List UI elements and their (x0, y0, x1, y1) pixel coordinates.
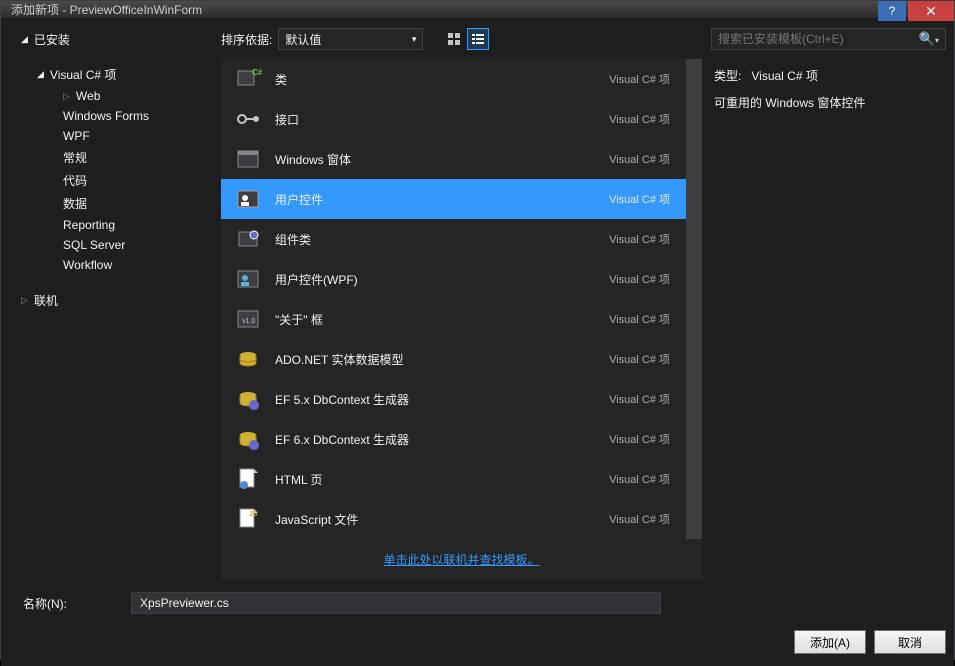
online-search-link[interactable]: 单击此处以联机并查找模板。 (383, 553, 539, 567)
template-row[interactable]: 接口 Visual C# 项 (221, 99, 686, 139)
svg-text:C#: C# (252, 68, 262, 77)
template-name: ADO.NET 实体数据模型 (265, 351, 609, 368)
interface-icon (231, 102, 265, 136)
chevron-right-icon: ▷ (21, 295, 28, 306)
cancel-button[interactable]: 取消 (874, 630, 946, 654)
template-row[interactable]: EF 6.x DbContext 生成器 Visual C# 项 (221, 419, 686, 459)
template-list: C# 类 Visual C# 项 接口 Visual C# 项 Windows … (221, 59, 686, 539)
template-row[interactable]: ADO.NET 实体数据模型 Visual C# 项 (221, 339, 686, 379)
html-icon (231, 462, 265, 496)
tree-item-online[interactable]: ▷ 联机 (9, 289, 221, 312)
template-type: Visual C# 项 (609, 391, 670, 407)
tree-item-workflow[interactable]: Workflow (9, 255, 221, 275)
js-icon: JS (231, 502, 265, 536)
tree-item-sqlserver[interactable]: SQL Server (9, 235, 221, 255)
template-row[interactable]: v1.0 "关于" 框 Visual C# 项 (221, 299, 686, 339)
template-name: 类 (265, 71, 609, 88)
about-icon: v1.0 (231, 302, 265, 336)
tree-item-data[interactable]: 数据 (9, 192, 221, 215)
template-name: 用户控件(WPF) (265, 271, 609, 288)
details-panel: 类型: Visual C# 项 可重用的 Windows 窗体控件 (702, 59, 946, 580)
sort-dropdown[interactable]: 默认值 ▾ (278, 28, 423, 50)
name-label: 名称(N): (23, 595, 123, 612)
template-name: JavaScript 文件 (265, 511, 609, 528)
tree-item-code[interactable]: 代码 (9, 169, 221, 192)
template-name: HTML 页 (265, 471, 609, 488)
tree-item-winforms[interactable]: Windows Forms (9, 106, 221, 126)
installed-header[interactable]: ◢ 已安装 (9, 31, 221, 48)
template-name: EF 6.x DbContext 生成器 (265, 431, 609, 448)
template-row[interactable]: Windows 窗体 Visual C# 项 (221, 139, 686, 179)
template-row[interactable]: JS JavaScript 文件 Visual C# 项 (221, 499, 686, 539)
sort-label: 排序依据: (221, 31, 272, 48)
template-type: Visual C# 项 (609, 311, 670, 327)
template-type: Visual C# 项 (609, 191, 670, 207)
template-type: Visual C# 项 (609, 431, 670, 447)
tree-item-root[interactable]: ◢ Visual C# 项 (9, 63, 221, 86)
search-icon[interactable]: 🔍▾ (915, 31, 939, 47)
chevron-down-icon: ◢ (21, 34, 28, 45)
ado-icon (231, 342, 265, 376)
template-row[interactable]: 组件类 Visual C# 项 (221, 219, 686, 259)
template-name: 接口 (265, 111, 609, 128)
search-input[interactable] (718, 32, 915, 46)
titlebar: 添加新项 - PreviewOfficeInWinForm ? ✕ (1, 1, 954, 19)
close-button[interactable]: ✕ (908, 1, 954, 21)
template-type: Visual C# 项 (609, 71, 670, 87)
tree-item-general[interactable]: 常规 (9, 146, 221, 169)
template-type: Visual C# 项 (609, 111, 670, 127)
template-row[interactable]: EF 5.x DbContext 生成器 Visual C# 项 (221, 379, 686, 419)
scrollbar[interactable] (686, 59, 702, 539)
view-tiles-button[interactable] (443, 28, 465, 50)
template-row[interactable]: 用户控件(WPF) Visual C# 项 (221, 259, 686, 299)
tree-item-wpf[interactable]: WPF (9, 126, 221, 146)
tree-root-label: Visual C# 项 (50, 66, 116, 83)
template-row[interactable]: C# 类 Visual C# 项 (221, 59, 686, 99)
ef-icon (231, 422, 265, 456)
template-type: Visual C# 项 (609, 351, 670, 367)
type-value: Visual C# 项 (751, 69, 817, 83)
description-text: 可重用的 Windows 窗体控件 (714, 94, 934, 111)
tree-item-web[interactable]: ▷ Web (9, 86, 221, 106)
template-row[interactable]: HTML 页 Visual C# 项 (221, 459, 686, 499)
type-label: 类型: (714, 69, 741, 83)
winform-icon (231, 142, 265, 176)
search-box[interactable]: 🔍▾ (711, 28, 946, 50)
ef-icon (231, 382, 265, 416)
template-type: Visual C# 项 (609, 231, 670, 247)
template-type: Visual C# 项 (609, 151, 670, 167)
chevron-right-icon: ▷ (63, 91, 70, 102)
template-type: Visual C# 项 (609, 271, 670, 287)
template-name: "关于" 框 (265, 311, 609, 328)
tree-item-reporting[interactable]: Reporting (9, 215, 221, 235)
template-row[interactable]: 用户控件 Visual C# 项 (221, 179, 686, 219)
template-type: Visual C# 项 (609, 511, 670, 527)
help-button[interactable]: ? (878, 1, 906, 21)
svg-text:v1.0: v1.0 (242, 318, 255, 325)
template-name: EF 5.x DbContext 生成器 (265, 391, 609, 408)
add-button[interactable]: 添加(A) (794, 630, 866, 654)
name-input[interactable] (131, 592, 661, 614)
svg-text:JS: JS (249, 511, 258, 518)
component-icon (231, 222, 265, 256)
window-title: 添加新项 - PreviewOfficeInWinForm (11, 1, 202, 18)
chevron-down-icon: ▾ (412, 34, 417, 45)
class-icon: C# (231, 62, 265, 96)
template-name: 组件类 (265, 231, 609, 248)
installed-label: 已安装 (34, 31, 70, 48)
category-tree: ◢ Visual C# 项 ▷ Web Windows Forms WPF 常规… (9, 59, 221, 580)
usercontrol-icon (231, 182, 265, 216)
template-name: 用户控件 (265, 191, 609, 208)
template-type: Visual C# 项 (609, 471, 670, 487)
chevron-down-icon: ◢ (37, 69, 44, 80)
view-list-button[interactable] (467, 28, 489, 50)
sort-value: 默认值 (285, 31, 321, 48)
template-name: Windows 窗体 (265, 151, 609, 168)
usercontrolwpf-icon (231, 262, 265, 296)
